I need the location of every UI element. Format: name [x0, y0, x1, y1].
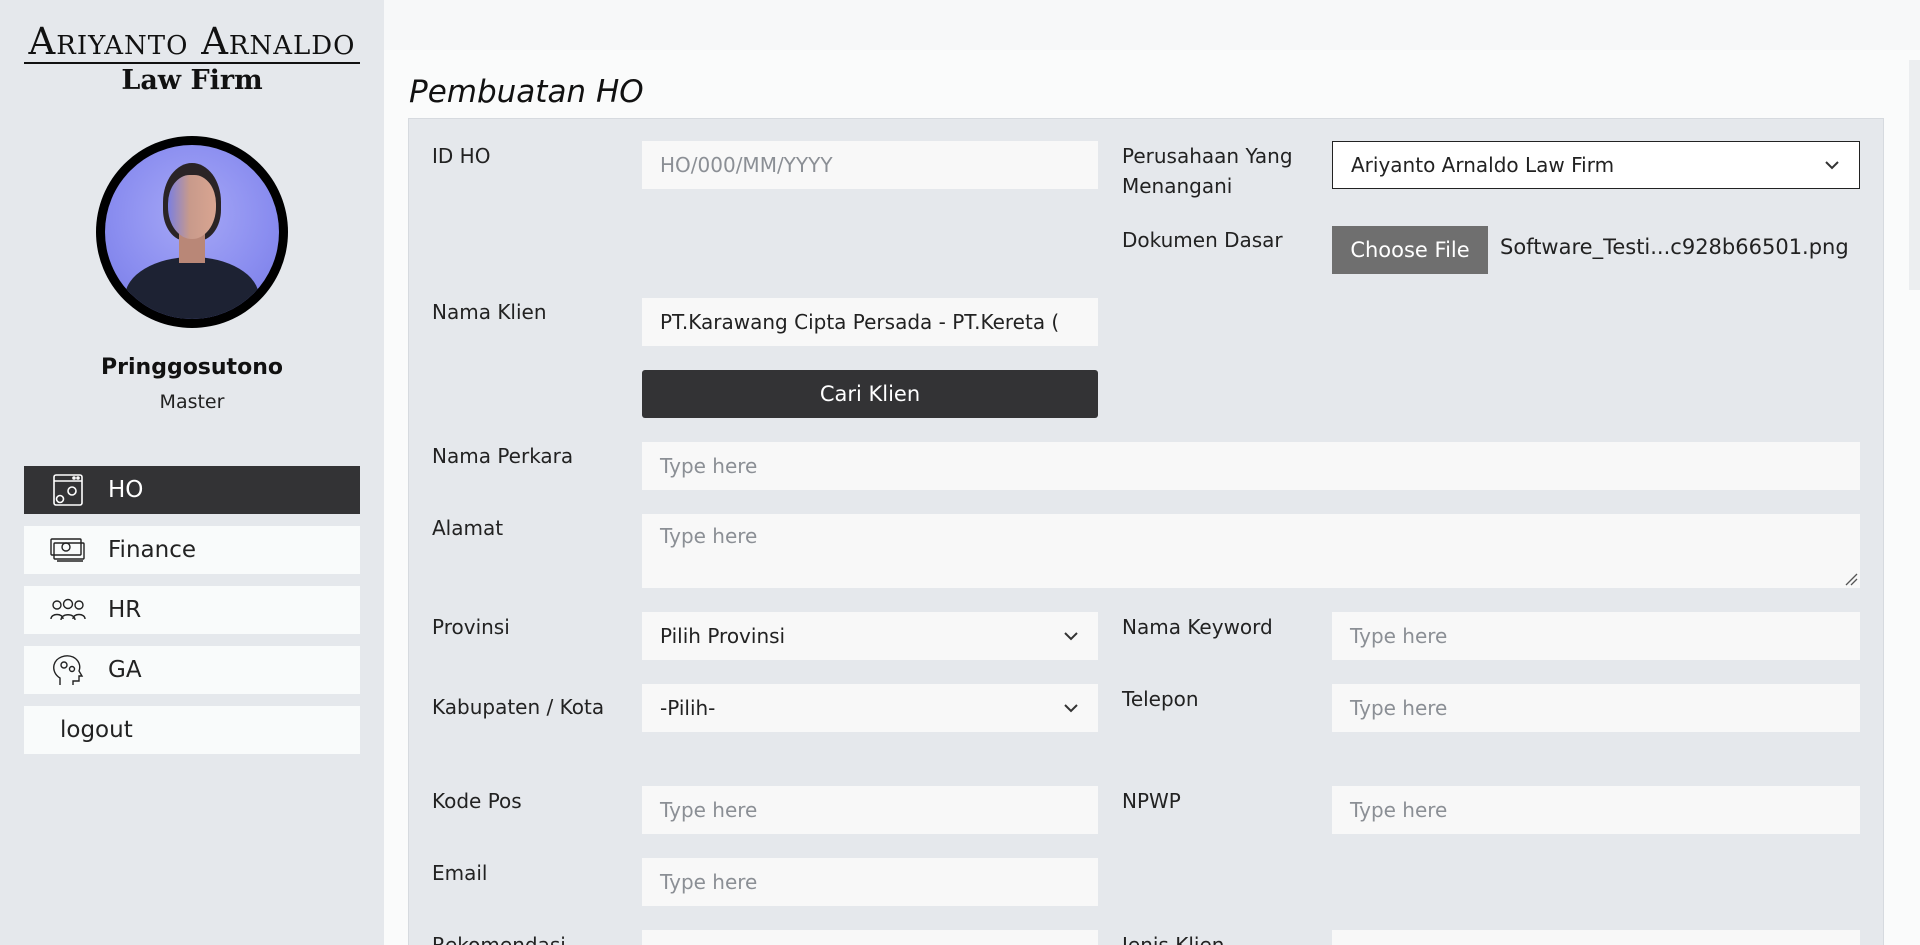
- provinsi-select[interactable]: Pilih Provinsi: [642, 612, 1098, 660]
- money-icon: [48, 533, 88, 567]
- avatar: [96, 136, 288, 328]
- nama-keyword-input[interactable]: Type here: [1332, 612, 1860, 660]
- resize-handle-icon[interactable]: [1844, 572, 1858, 586]
- alamat-label: Alamat: [432, 516, 504, 540]
- sidebar-item-finance[interactable]: Finance: [24, 526, 360, 574]
- provinsi-value: Pilih Provinsi: [660, 624, 786, 648]
- kabupaten-select[interactable]: -Pilih-: [642, 684, 1098, 732]
- jenis-klien-label: Jenis Klien: [1122, 933, 1225, 945]
- nama-keyword-label: Nama Keyword: [1122, 615, 1273, 639]
- chevron-down-icon: [1064, 632, 1078, 641]
- kabupaten-label: Kabupaten / Kota: [432, 695, 605, 719]
- jenis-klien-input[interactable]: [1332, 930, 1860, 945]
- email-input[interactable]: Type here: [642, 858, 1098, 906]
- telepon-input[interactable]: Type here: [1332, 684, 1860, 732]
- id-ho-input[interactable]: HO/000/MM/YYYY: [642, 141, 1098, 189]
- perusahaan-value: Ariyanto Arnaldo Law Firm: [1351, 153, 1615, 177]
- nama-perkara-input[interactable]: Type here: [642, 442, 1860, 490]
- perusahaan-label-line1: Perusahaan Yang: [1122, 144, 1293, 168]
- logo-line-2: Law Firm: [121, 65, 263, 96]
- email-label: Email: [432, 861, 488, 885]
- people-icon: [48, 593, 88, 627]
- logout-label: logout: [60, 717, 133, 743]
- top-bar: [384, 0, 1920, 50]
- user-role: Master: [159, 391, 225, 413]
- perusahaan-label: Perusahaan Yang Menangani: [1122, 141, 1293, 201]
- sidebar-item-ho[interactable]: HO: [24, 466, 360, 514]
- chevron-down-icon: [1064, 704, 1078, 713]
- page-title: Pembuatan HO: [409, 74, 644, 110]
- alamat-placeholder: Type here: [660, 524, 758, 548]
- sidebar: Ariyanto Arnaldo Law Firm Pringgosutono …: [0, 0, 384, 945]
- sidebar-item-hr[interactable]: HR: [24, 586, 360, 634]
- kode-pos-input[interactable]: Type here: [642, 786, 1098, 834]
- avatar-photo: [105, 145, 279, 319]
- choose-file-button[interactable]: Choose File: [1332, 226, 1488, 274]
- sidebar-item-label: Finance: [108, 537, 196, 563]
- id-ho-label: ID HO: [432, 144, 491, 168]
- nama-perkara-label: Nama Perkara: [432, 444, 574, 468]
- cari-klien-button[interactable]: Cari Klien: [642, 370, 1098, 418]
- rekomendasi-label: Rekomendasi: [432, 933, 566, 945]
- selected-file-name: Software_Testi...c928b66501.png: [1500, 235, 1849, 259]
- nama-klien-label: Nama Klien: [432, 300, 547, 324]
- npwp-input[interactable]: Type here: [1332, 786, 1860, 834]
- sidebar-item-label: HR: [108, 597, 142, 623]
- chevron-down-icon: [1825, 161, 1839, 170]
- firm-logo: Ariyanto Arnaldo Law Firm: [24, 22, 360, 98]
- user-name: Pringgosutono: [101, 355, 283, 380]
- alamat-textarea[interactable]: Type here: [642, 514, 1860, 588]
- head-gears-icon: [48, 653, 88, 687]
- settings-screen-icon: [48, 473, 88, 507]
- logo-line-1: Ariyanto Arnaldo: [24, 22, 360, 64]
- perusahaan-select[interactable]: Ariyanto Arnaldo Law Firm: [1332, 141, 1860, 189]
- nama-klien-input[interactable]: PT.Karawang Cipta Persada - PT.Kereta (: [642, 298, 1098, 346]
- sidebar-item-label: GA: [108, 657, 142, 683]
- telepon-label: Telepon: [1122, 687, 1199, 711]
- dokumen-dasar-label: Dokumen Dasar: [1122, 228, 1283, 252]
- sidebar-item-ga[interactable]: GA: [24, 646, 360, 694]
- kabupaten-value: -Pilih-: [660, 696, 716, 720]
- scrollbar[interactable]: [1909, 60, 1920, 290]
- kode-pos-label: Kode Pos: [432, 789, 522, 813]
- npwp-label: NPWP: [1122, 789, 1181, 813]
- perusahaan-label-line2: Menangani: [1122, 174, 1233, 198]
- rekomendasi-input[interactable]: [642, 930, 1098, 945]
- sidebar-item-label: HO: [108, 477, 144, 503]
- logout-button[interactable]: logout: [24, 706, 360, 754]
- provinsi-label: Provinsi: [432, 615, 510, 639]
